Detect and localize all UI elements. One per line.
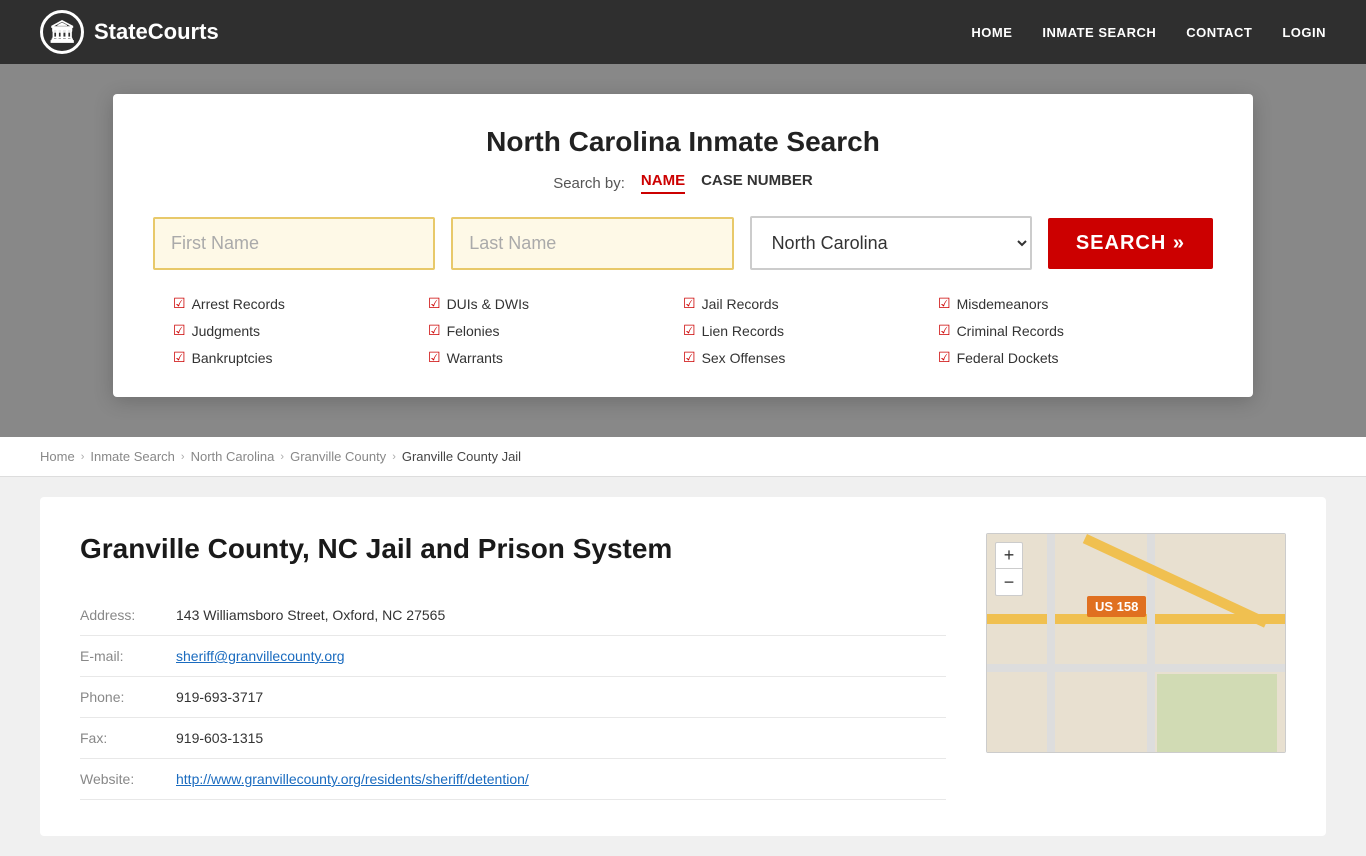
phone-value: 919-693-3717 xyxy=(176,689,263,705)
map-controls: + − xyxy=(995,542,1023,596)
last-name-input[interactable] xyxy=(451,217,733,270)
check-icon: ☑ xyxy=(683,349,696,366)
breadcrumb: Home › Inmate Search › North Carolina › … xyxy=(0,437,1366,477)
main-nav: HOME INMATE SEARCH CONTACT LOGIN xyxy=(971,25,1326,40)
search-button[interactable]: SEARCH » xyxy=(1048,218,1213,269)
check-icon: ☑ xyxy=(428,322,441,339)
logo-icon: 🏛 xyxy=(40,10,84,54)
fax-value: 919-603-1315 xyxy=(176,730,263,746)
feature-misdemeanors: ☑ Misdemeanors xyxy=(938,292,1193,315)
feature-label: Sex Offenses xyxy=(702,350,786,366)
address-row: Address: 143 Williamsboro Street, Oxford… xyxy=(80,595,946,636)
breadcrumb-sep-4: › xyxy=(392,451,396,463)
breadcrumb-inmate-search[interactable]: Inmate Search xyxy=(90,449,175,464)
hero-section: COURTHOUSE North Carolina Inmate Search … xyxy=(0,64,1366,437)
feature-label: DUIs & DWIs xyxy=(447,296,529,312)
map-zoom-in[interactable]: + xyxy=(996,543,1022,569)
tab-name[interactable]: NAME xyxy=(641,172,685,194)
feature-bankruptcies: ☑ Bankruptcies xyxy=(173,346,428,369)
phone-row: Phone: 919-693-3717 xyxy=(80,677,946,718)
search-inputs-row: North Carolina Alabama Alaska Arizona Ca… xyxy=(153,216,1213,270)
check-icon: ☑ xyxy=(683,322,696,339)
address-label: Address: xyxy=(80,607,160,623)
check-icon: ☑ xyxy=(938,349,951,366)
map-container: US 158 + − xyxy=(986,533,1286,753)
nav-contact[interactable]: CONTACT xyxy=(1186,25,1252,40)
feature-criminal-records: ☑ Criminal Records xyxy=(938,319,1193,342)
main-content: Granville County, NC Jail and Prison Sys… xyxy=(0,477,1366,856)
breadcrumb-nc[interactable]: North Carolina xyxy=(191,449,275,464)
email-row: E-mail: sheriff@granvillecounty.org xyxy=(80,636,946,677)
search-card-title: North Carolina Inmate Search xyxy=(153,126,1213,158)
feature-warrants: ☑ Warrants xyxy=(428,346,683,369)
address-value: 143 Williamsboro Street, Oxford, NC 2756… xyxy=(176,607,445,623)
breadcrumb-sep-3: › xyxy=(280,451,284,463)
fax-row: Fax: 919-603-1315 xyxy=(80,718,946,759)
feature-federal-dockets: ☑ Federal Dockets xyxy=(938,346,1193,369)
check-icon: ☑ xyxy=(428,349,441,366)
breadcrumb-current: Granville County Jail xyxy=(402,449,521,464)
feature-label: Arrest Records xyxy=(192,296,285,312)
phone-label: Phone: xyxy=(80,689,160,705)
check-icon: ☑ xyxy=(428,295,441,312)
feature-jail-records: ☑ Jail Records xyxy=(683,292,938,315)
feature-arrest-records: ☑ Arrest Records xyxy=(173,292,428,315)
feature-label: Jail Records xyxy=(702,296,779,312)
facility-title: Granville County, NC Jail and Prison Sys… xyxy=(80,533,946,565)
site-name: StateCourts xyxy=(94,19,219,45)
content-card: Granville County, NC Jail and Prison Sys… xyxy=(40,497,1326,836)
website-link[interactable]: http://www.granvillecounty.org/residents… xyxy=(176,771,529,787)
website-label: Website: xyxy=(80,771,160,787)
feature-label: Misdemeanors xyxy=(957,296,1049,312)
feature-lien-records: ☑ Lien Records xyxy=(683,319,938,342)
search-card: North Carolina Inmate Search Search by: … xyxy=(113,94,1253,397)
breadcrumb-granville[interactable]: Granville County xyxy=(290,449,386,464)
check-icon: ☑ xyxy=(938,322,951,339)
check-icon: ☑ xyxy=(683,295,696,312)
map-green-area xyxy=(1157,674,1277,753)
feature-felonies: ☑ Felonies xyxy=(428,319,683,342)
facility-info: Granville County, NC Jail and Prison Sys… xyxy=(80,533,946,800)
email-link[interactable]: sheriff@granvillecounty.org xyxy=(176,648,345,664)
nav-inmate-search[interactable]: INMATE SEARCH xyxy=(1042,25,1156,40)
first-name-input[interactable] xyxy=(153,217,435,270)
nav-home[interactable]: HOME xyxy=(971,25,1012,40)
feature-sex-offenses: ☑ Sex Offenses xyxy=(683,346,938,369)
check-icon: ☑ xyxy=(173,322,186,339)
logo-area: 🏛 StateCourts xyxy=(40,10,219,54)
features-grid: ☑ Arrest Records ☑ DUIs & DWIs ☑ Jail Re… xyxy=(153,292,1213,369)
feature-label: Federal Dockets xyxy=(957,350,1059,366)
feature-label: Warrants xyxy=(447,350,503,366)
feature-duis: ☑ DUIs & DWIs xyxy=(428,292,683,315)
breadcrumb-sep-2: › xyxy=(181,451,185,463)
state-select[interactable]: North Carolina Alabama Alaska Arizona Ca… xyxy=(750,216,1032,270)
tab-case-number[interactable]: CASE NUMBER xyxy=(701,172,813,194)
fax-label: Fax: xyxy=(80,730,160,746)
feature-label: Criminal Records xyxy=(957,323,1064,339)
map-zoom-out[interactable]: − xyxy=(996,569,1022,595)
feature-label: Judgments xyxy=(192,323,260,339)
map-road-label: US 158 xyxy=(1087,596,1146,617)
breadcrumb-sep-1: › xyxy=(81,451,85,463)
check-icon: ☑ xyxy=(938,295,951,312)
search-by-label: Search by: xyxy=(553,175,625,192)
nav-login[interactable]: LOGIN xyxy=(1282,25,1326,40)
map-bg: US 158 xyxy=(987,534,1285,752)
site-header: 🏛 StateCourts HOME INMATE SEARCH CONTACT… xyxy=(0,0,1366,64)
feature-label: Lien Records xyxy=(702,323,785,339)
check-icon: ☑ xyxy=(173,295,186,312)
feature-judgments: ☑ Judgments xyxy=(173,319,428,342)
feature-label: Bankruptcies xyxy=(192,350,273,366)
check-icon: ☑ xyxy=(173,349,186,366)
feature-label: Felonies xyxy=(447,323,500,339)
search-by-row: Search by: NAME CASE NUMBER xyxy=(153,172,1213,194)
website-row: Website: http://www.granvillecounty.org/… xyxy=(80,759,946,800)
email-label: E-mail: xyxy=(80,648,160,664)
breadcrumb-home[interactable]: Home xyxy=(40,449,75,464)
